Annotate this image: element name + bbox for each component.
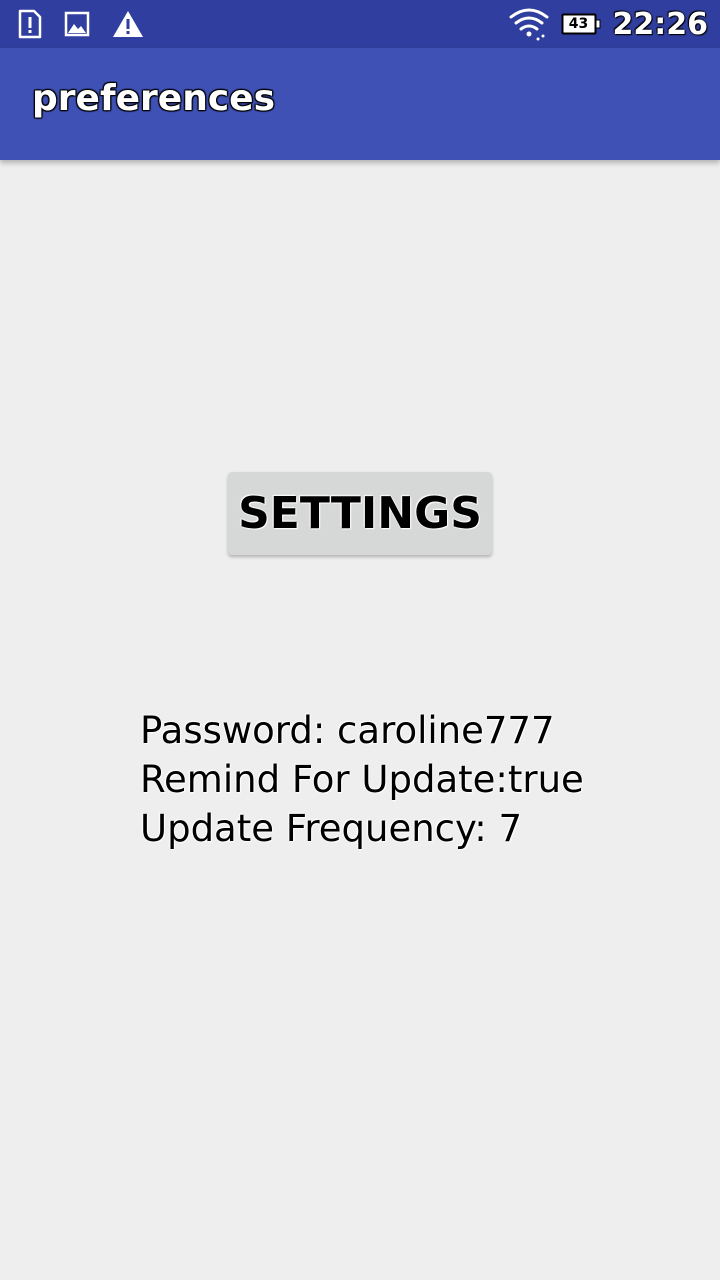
update-frequency-text: Update Frequency: 7	[140, 807, 522, 850]
remind-update-text: Remind For Update:true	[140, 758, 584, 801]
status-bar-notifications	[16, 8, 144, 40]
app-title: preferences	[32, 78, 275, 119]
app-bar: preferences	[0, 48, 720, 160]
battery-icon: 43	[561, 13, 601, 35]
image-icon	[64, 11, 90, 37]
password-text: Password: caroline777	[140, 709, 555, 752]
sim-alert-icon	[16, 9, 42, 39]
wifi-icon	[509, 7, 549, 41]
status-bar: 43 22:26	[0, 0, 720, 48]
status-bar-system: 43 22:26	[509, 4, 709, 44]
preferences-summary: Password: caroline777 Remind For Update:…	[140, 706, 584, 853]
battery-level: 43	[568, 16, 589, 32]
status-clock: 22:26	[612, 6, 709, 42]
warning-icon	[112, 10, 144, 38]
settings-button[interactable]: SETTINGS	[228, 472, 492, 555]
